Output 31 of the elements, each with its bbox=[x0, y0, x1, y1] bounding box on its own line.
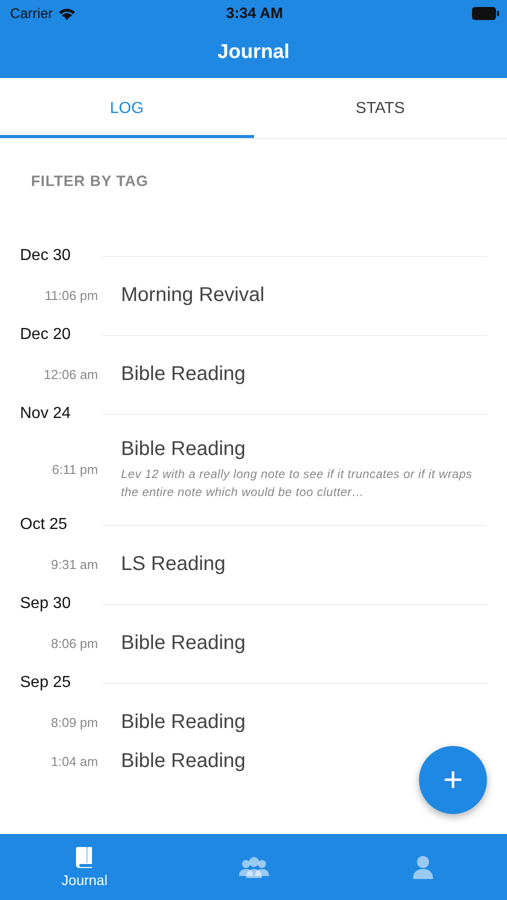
wifi-icon bbox=[58, 6, 76, 20]
entry-title[interactable]: Bible Reading bbox=[121, 363, 246, 386]
date-heading: Nov 24 bbox=[20, 405, 72, 423]
entry-title[interactable]: Bible Reading bbox=[121, 711, 246, 734]
person-icon bbox=[412, 855, 434, 879]
add-button[interactable]: + bbox=[419, 746, 487, 814]
entry-title[interactable]: Bible Reading bbox=[121, 750, 246, 773]
entry-time: 12:06 am bbox=[42, 367, 98, 382]
status-time: 3:34 AM bbox=[226, 4, 283, 22]
battery-icon bbox=[472, 6, 499, 20]
header-title: Journal bbox=[216, 40, 291, 64]
entry-time: 8:09 pm bbox=[50, 715, 98, 730]
entry-title[interactable]: Bible Reading bbox=[121, 438, 487, 461]
entry-time: 9:31 am bbox=[50, 557, 98, 572]
entry-time: 8:06 pm bbox=[50, 636, 98, 651]
date-heading: Sep 30 bbox=[20, 595, 72, 613]
entry-title[interactable]: LS Reading bbox=[121, 553, 226, 576]
filter-label[interactable]: FILTER BY TAG bbox=[31, 173, 148, 190]
entry-title[interactable]: Bible Reading bbox=[121, 632, 246, 655]
date-heading: Dec 20 bbox=[20, 326, 72, 344]
book-icon bbox=[74, 846, 94, 868]
entry-note: Lev 12 with a really long note to see if it truncates or if it wraps the entire note which would be too clutter… bbox=[121, 466, 474, 501]
entry-time: 6:11 pm bbox=[50, 462, 98, 477]
entry-title[interactable]: Morning Revival bbox=[121, 284, 264, 307]
entry-time: 1:04 am bbox=[50, 754, 98, 769]
date-heading: Dec 30 bbox=[20, 247, 72, 265]
date-heading: Oct 25 bbox=[20, 516, 68, 534]
carrier-label: Carrier bbox=[10, 5, 53, 21]
entry-time: 11:06 pm bbox=[44, 288, 98, 303]
group-icon bbox=[238, 856, 268, 878]
date-heading: Sep 25 bbox=[20, 674, 72, 692]
